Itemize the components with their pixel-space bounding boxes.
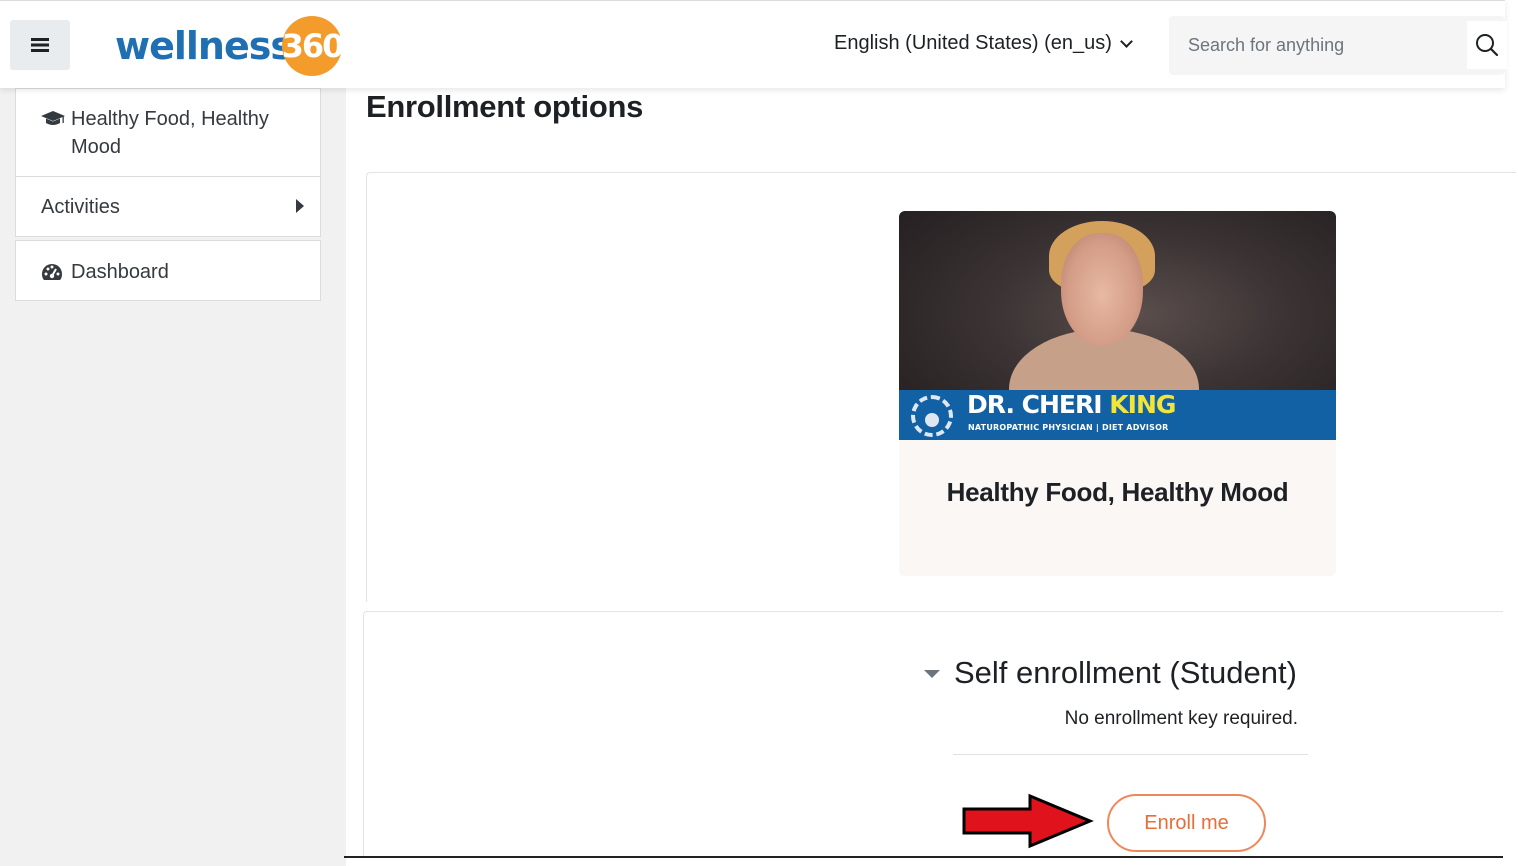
enroll-me-button[interactable]: Enroll me — [1107, 794, 1266, 852]
hamburger-icon — [31, 38, 49, 52]
dashboard-gauge-icon — [41, 258, 67, 286]
logo-badge: 360 — [282, 16, 344, 76]
course-drawer: Healthy Food, Healthy Mood Activities Da… — [0, 88, 346, 866]
drawer-activities-label: Activities — [41, 196, 120, 218]
red-arrow-icon — [962, 793, 1094, 849]
top-navbar: wellness 360 English (United States) (en… — [0, 0, 1507, 88]
language-selector[interactable]: English (United States) (en_us) — [834, 32, 1133, 55]
course-image: DR. CHERI KING NATUROPATHIC PHYSICIAN | … — [899, 211, 1336, 440]
instructor-photo-face — [1061, 233, 1143, 345]
chevron-down-icon — [1120, 35, 1133, 48]
drawer-course-label: Healthy Food, Healthy Mood — [71, 108, 269, 158]
course-title: Healthy Food, Healthy Mood — [946, 477, 1289, 507]
search-icon — [1476, 34, 1499, 57]
instructor-subtitle: NATUROPATHIC PHYSICIAN | DIET ADVISOR — [968, 423, 1169, 432]
caret-right-icon — [296, 199, 304, 213]
site-logo[interactable]: wellness 360 — [115, 15, 344, 77]
enrollment-method-box — [363, 611, 1503, 857]
instructor-banner: DR. CHERI KING NATUROPATHIC PHYSICIAN | … — [899, 390, 1336, 440]
divider — [953, 754, 1308, 755]
banner-logo-icon — [911, 395, 953, 437]
self-enrollment-title: Self enrollment (Student) — [954, 655, 1297, 690]
drawer-dashboard-label: Dashboard — [71, 261, 169, 283]
language-label: English (United States) (en_us) — [834, 32, 1112, 54]
course-card[interactable]: DR. CHERI KING NATUROPATHIC PHYSICIAN | … — [899, 211, 1336, 576]
drawer-item-activities[interactable]: Activities — [15, 177, 321, 237]
drawer-item-course[interactable]: Healthy Food, Healthy Mood — [15, 88, 321, 177]
instructor-name: DR. CHERI KING — [967, 390, 1176, 419]
logo-wordmark: wellness — [115, 24, 293, 68]
graduation-cap-icon — [41, 105, 67, 133]
page-title: Enrollment options — [366, 89, 644, 124]
bottom-border — [344, 856, 1503, 858]
search-input[interactable] — [1169, 16, 1467, 75]
collapse-caret-icon — [924, 670, 940, 678]
drawer-item-dashboard[interactable]: Dashboard — [15, 240, 321, 301]
hamburger-menu-button[interactable] — [10, 20, 70, 70]
enrollment-key-note: No enrollment key required. — [1064, 708, 1298, 729]
self-enrollment-header[interactable]: Self enrollment (Student) — [924, 655, 1297, 691]
search-button[interactable] — [1467, 21, 1507, 69]
search-box — [1169, 16, 1507, 75]
